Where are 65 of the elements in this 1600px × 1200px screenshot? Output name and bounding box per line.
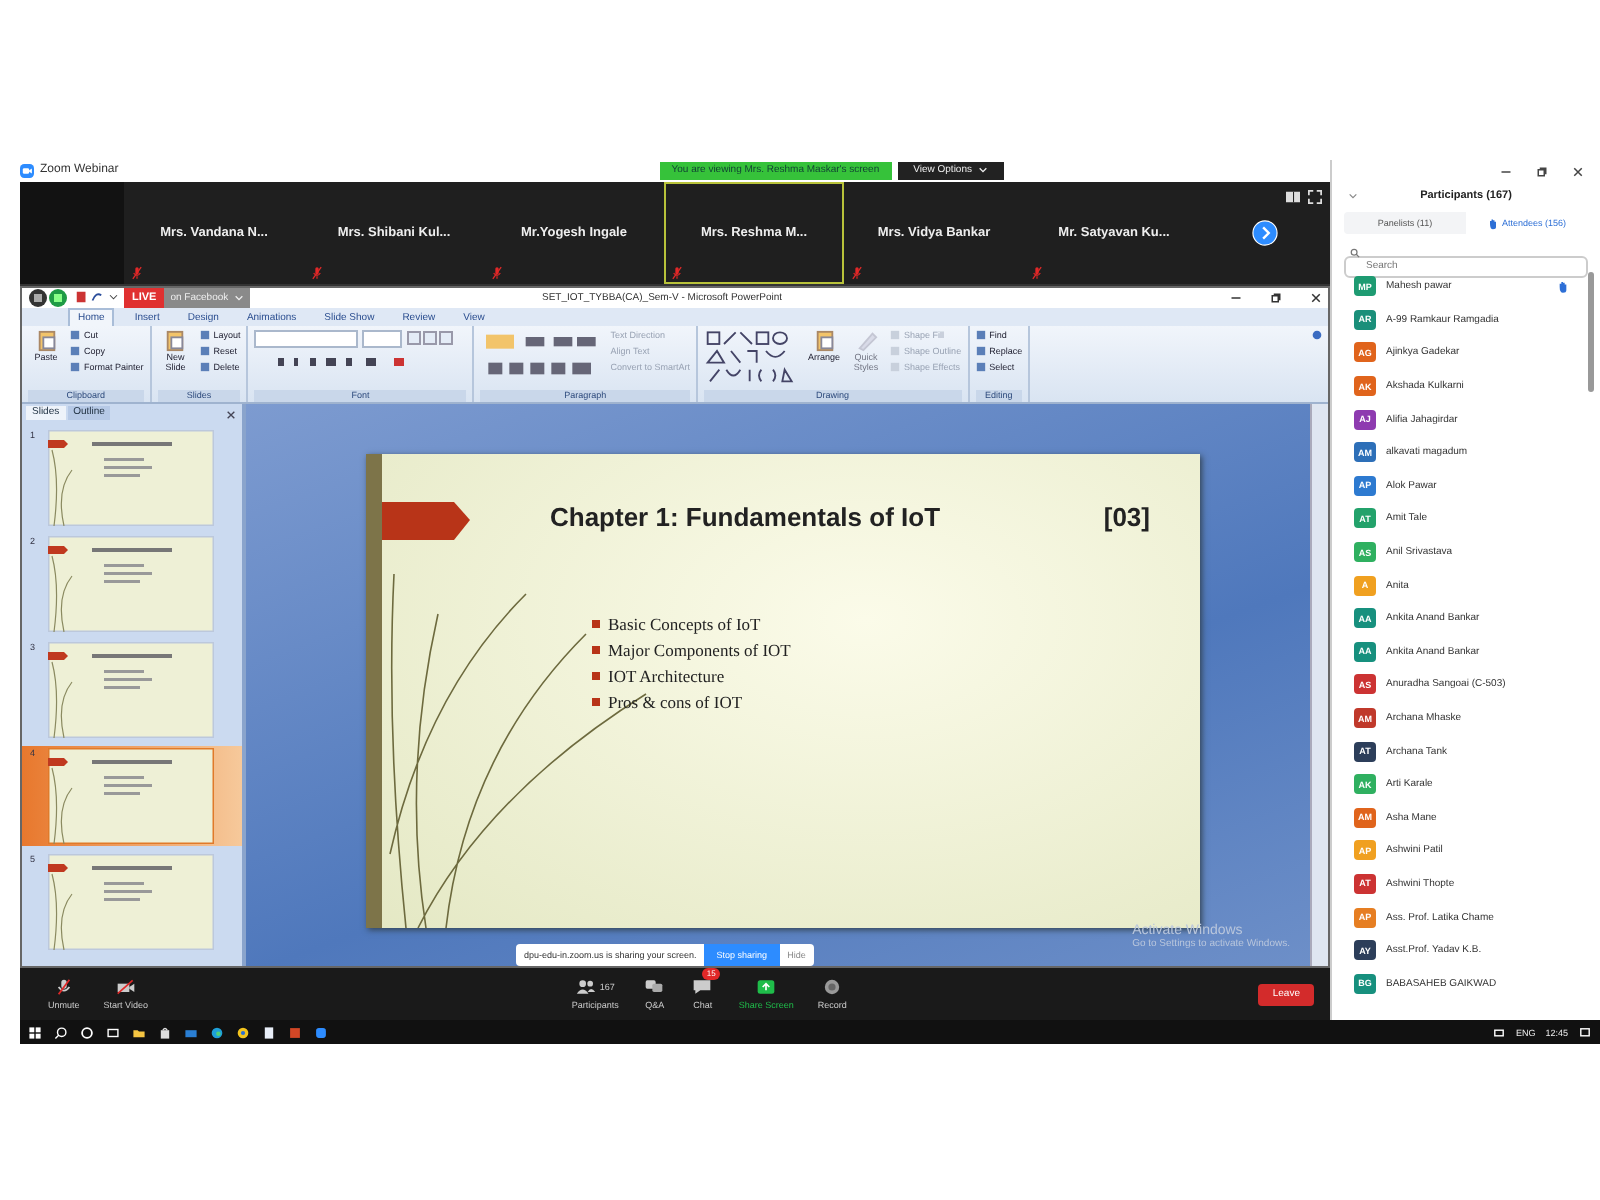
fullscreen-icon[interactable] — [1308, 189, 1322, 204]
ribbon-command-icon — [35, 329, 57, 352]
search-icon — [1350, 248, 1360, 258]
muted-mic-icon — [852, 265, 862, 280]
bullet-icon — [592, 645, 600, 654]
slide-thumbnail[interactable] — [48, 535, 214, 632]
scrollbar[interactable] — [1310, 403, 1328, 967]
slide-thumbnail[interactable] — [48, 641, 214, 738]
muted-mic-icon — [312, 265, 322, 280]
restore-icon[interactable] — [1536, 166, 1548, 178]
bullet-text: Pros & cons of IOT — [608, 691, 743, 712]
share-screen-icon — [756, 978, 777, 997]
office-button-icon[interactable] — [28, 287, 68, 308]
document-icon[interactable] — [262, 1025, 276, 1039]
browser-icon[interactable] — [210, 1025, 224, 1039]
bullet-text: Basic Concepts of IoT — [608, 613, 761, 634]
slide-thumbnail[interactable] — [48, 853, 214, 950]
help-icon[interactable] — [1312, 329, 1322, 340]
restore-icon[interactable] — [1270, 291, 1282, 304]
minimize-icon[interactable] — [1230, 291, 1242, 304]
slide-title: Chapter 1: Fundamentals of IoT — [550, 501, 941, 532]
folder-icon[interactable] — [132, 1025, 146, 1039]
muted-mic-icon — [53, 978, 74, 997]
ribbon-command-icon — [813, 329, 836, 352]
scrollbar[interactable] — [1588, 272, 1594, 392]
cortana-icon[interactable] — [80, 1025, 94, 1039]
caret-icon — [978, 166, 988, 175]
participants-icon — [575, 978, 596, 997]
quick-access-icon[interactable] — [74, 290, 118, 305]
caret-icon — [234, 293, 245, 302]
bullet-text: IOT Architecture — [608, 665, 725, 686]
font-size-field[interactable] — [362, 329, 403, 348]
bullet-icon — [592, 619, 600, 628]
search-icon[interactable] — [54, 1025, 68, 1039]
record-icon — [822, 978, 843, 997]
hand-icon — [1487, 217, 1498, 229]
collapse-icon[interactable] — [1348, 192, 1358, 200]
chat-icon — [692, 978, 713, 997]
muted-mic-icon — [672, 265, 682, 280]
mail-icon[interactable] — [184, 1025, 198, 1039]
close-icon[interactable] — [1310, 291, 1322, 304]
minimize-icon[interactable] — [1500, 166, 1512, 178]
network-icon[interactable] — [1491, 1025, 1506, 1039]
bullet-icon — [592, 697, 600, 706]
muted-mic-icon — [1032, 265, 1042, 280]
close-icon[interactable] — [226, 409, 236, 420]
gallery-view-icon[interactable] — [1286, 189, 1300, 204]
close-icon[interactable] — [1572, 166, 1584, 178]
start-icon[interactable] — [28, 1025, 42, 1039]
task-view-icon[interactable] — [106, 1025, 120, 1039]
font-name-field[interactable] — [254, 329, 359, 348]
bullet-text: Major Components of IOT — [608, 639, 791, 660]
ribbon-command-icon — [164, 329, 187, 352]
arrow-shape — [382, 501, 470, 540]
muted-mic-icon — [132, 265, 142, 280]
slide-tag: [03] — [1103, 501, 1150, 532]
qa-icon — [644, 978, 665, 997]
notification-icon[interactable] — [1578, 1025, 1592, 1039]
video-off-icon — [115, 978, 136, 997]
muted-mic-icon — [492, 265, 502, 280]
slide-thumbnail[interactable] — [48, 429, 214, 526]
slide-thumbnail[interactable] — [48, 747, 214, 844]
next-page-button[interactable] — [1252, 219, 1278, 246]
store-icon[interactable] — [158, 1025, 172, 1039]
bullet-icon — [592, 671, 600, 680]
